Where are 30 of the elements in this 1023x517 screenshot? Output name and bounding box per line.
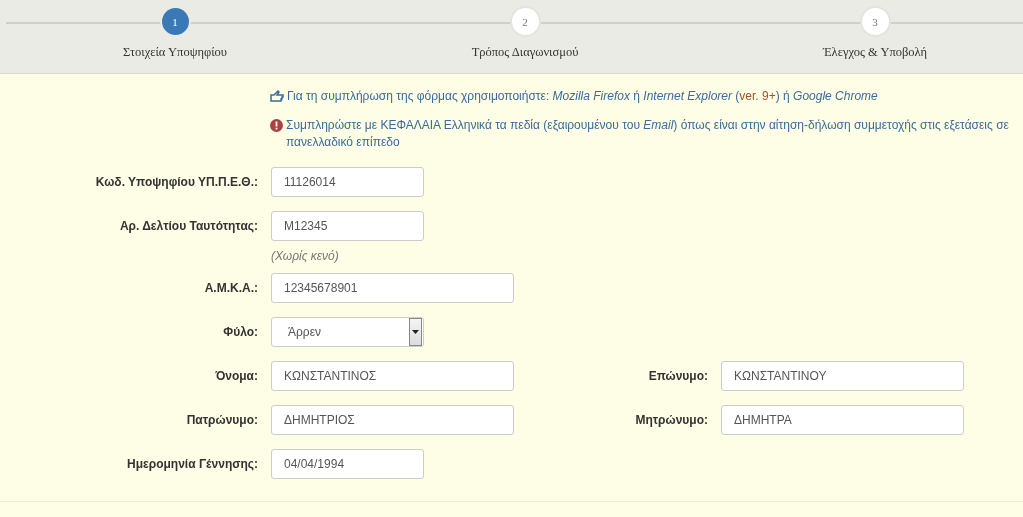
step-label: Έλεγχος & Υποβολή bbox=[822, 45, 928, 60]
step-number[interactable]: 3 bbox=[861, 8, 889, 35]
gender-select[interactable]: Άρρεν bbox=[271, 317, 424, 347]
input-field[interactable]: ΔΗΜΗΤΡΙΟΣ bbox=[271, 405, 514, 435]
field-label: Πατρώνυμο: bbox=[185, 412, 259, 427]
field-label: Φύλο: bbox=[222, 324, 259, 339]
caret-icon bbox=[412, 330, 419, 334]
step-number[interactable]: 1 bbox=[161, 8, 189, 35]
notice-text: Για τη συμπλήρωση της φόρμας χρησιμοποιήστε: Mozilla Firefox ή Internet Explorer (ver. 9+) ή Google Chrome bbox=[287, 88, 878, 105]
input-field[interactable]: M12345 bbox=[271, 211, 424, 241]
input-field[interactable]: ΔΗΜΗΤΡΑ bbox=[721, 405, 964, 435]
step-label: Τρόπος Διαγωνισμού bbox=[471, 45, 579, 60]
input-field[interactable]: ΚΩΝΣΤΑΝΤΙΝΟΥ bbox=[721, 361, 964, 391]
field-label: Όνομα: bbox=[214, 368, 259, 383]
field-label: Αρ. Δελτίου Ταυτότητας: bbox=[118, 218, 259, 233]
field-label: Ημερομηνία Γέννησης: bbox=[126, 456, 259, 471]
field-label: Μητρώνυμο: bbox=[634, 412, 709, 427]
field-label: Επώνυμο: bbox=[647, 368, 709, 383]
field-hint: (Χωρίς κενό) bbox=[271, 249, 340, 263]
notice-text: Συμπληρώστε με ΚΕΦΑΛΑΙΑ Ελληνικά τα πεδία (εξαιρουμένου του Email) όπως είναι στην αίτηση-δήλωση συμμετοχής στις εξετάσεις σε πανελλαδικό επίπεδο bbox=[286, 117, 1010, 151]
step-label: Στοιχεία Υποψηφίου bbox=[123, 45, 227, 60]
input-field[interactable]: 04/04/1994 bbox=[271, 449, 424, 479]
field-label: Κωδ. Υποψηφίου ΥΠ.Π.Ε.Θ.: bbox=[94, 174, 259, 189]
input-field[interactable]: 11126014 bbox=[271, 167, 424, 197]
pointing-hand-icon bbox=[270, 90, 284, 103]
input-field[interactable]: ΚΩΝΣΤΑΝΤΙΝΟΣ bbox=[271, 361, 514, 391]
field-label: Α.Μ.Κ.Α.: bbox=[203, 280, 259, 295]
input-field[interactable]: 12345678901 bbox=[271, 273, 514, 303]
exclamation-icon bbox=[270, 119, 283, 132]
step-number[interactable]: 2 bbox=[511, 8, 539, 35]
